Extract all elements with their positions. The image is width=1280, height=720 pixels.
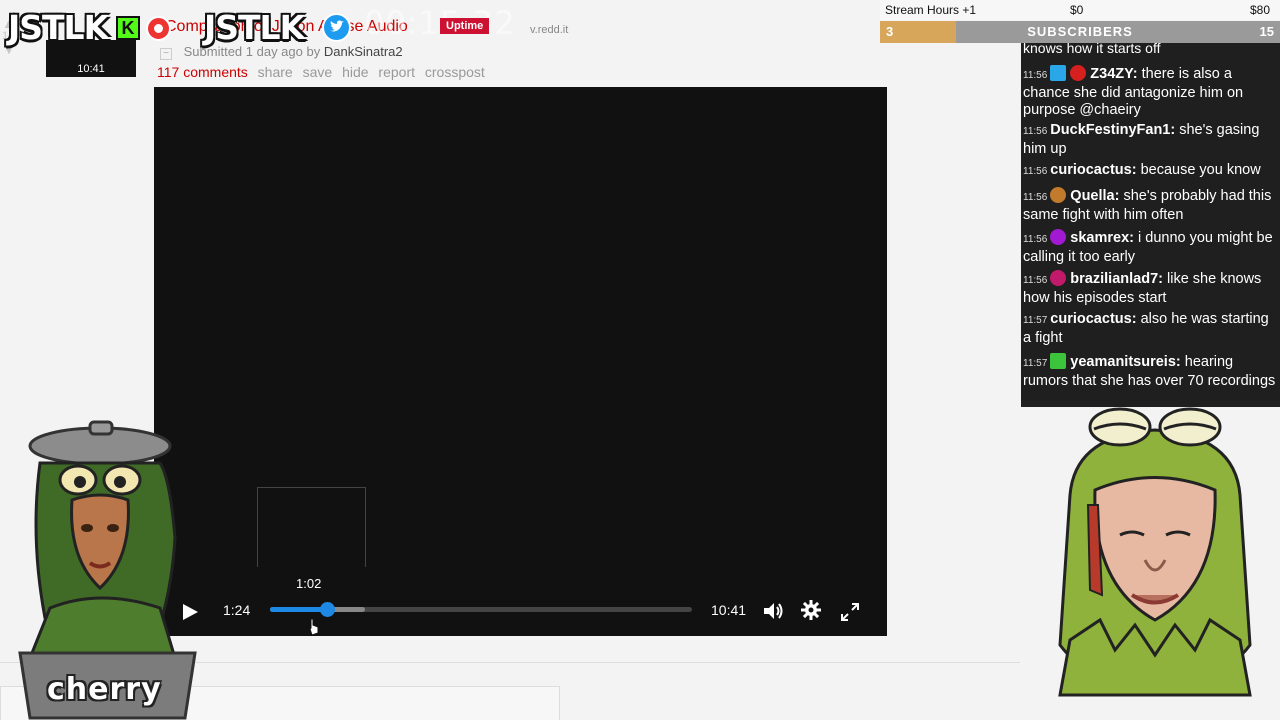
subscribers-title: SUBSCRIBERS xyxy=(1027,24,1133,39)
chat-message: 11:56 DuckFestinyFan1: she's gasing him u… xyxy=(1023,122,1260,157)
chat-message: 11:56 brazilianlad7: like she knows how h… xyxy=(1023,270,1262,306)
brand-logo-right: JSTLK xyxy=(204,8,305,47)
played-bar xyxy=(270,607,327,612)
hide-link[interactable]: hide xyxy=(342,64,368,80)
chat-timestamp: 11:56 xyxy=(1023,70,1048,81)
brand-logo-left: JSTLK xyxy=(8,8,109,47)
record-icon xyxy=(146,16,171,41)
crosspost-link[interactable]: crosspost xyxy=(425,64,485,80)
seek-preview-frame xyxy=(257,487,366,567)
thumbnail-duration: 10:41 xyxy=(77,63,105,75)
subscribers-goal: SUBSCRIBERS 3 15 xyxy=(880,21,1280,43)
player-controls: 1:24 10:41 xyxy=(154,592,887,628)
chat-username[interactable]: Z34ZY xyxy=(1090,66,1132,82)
seek-bar[interactable] xyxy=(270,602,692,617)
mouse-cursor-icon xyxy=(309,618,319,636)
chat-text: because you know xyxy=(1140,162,1261,178)
chat-message: 11:56 Z34ZY: there is also a chance she d… xyxy=(1023,65,1244,118)
share-link[interactable]: share xyxy=(258,64,293,80)
chat-message: 11:56 skamrex: i dunno you might be calli… xyxy=(1023,229,1273,265)
kick-icon: K xyxy=(116,16,140,40)
subscribers-target: 15 xyxy=(1259,24,1274,39)
post-domain[interactable]: v.redd.it xyxy=(530,24,568,36)
chat-timestamp: 11:57 xyxy=(1023,315,1048,326)
current-time: 1:24 xyxy=(223,602,251,618)
prime-badge-icon xyxy=(1050,65,1067,81)
video-player[interactable]: 1:02 1:24 10:41 xyxy=(154,87,887,636)
chat-timestamp: 11:56 xyxy=(1023,234,1048,245)
chat-message: 11:57 curiocactus: also he was starting a… xyxy=(1023,311,1269,346)
orange-orb-badge-icon xyxy=(1050,187,1067,203)
chat-message: 11:57 yeamanitsureis: hearing rumors that… xyxy=(1023,353,1276,389)
report-link[interactable]: report xyxy=(378,64,415,80)
chat-username[interactable]: Quella xyxy=(1070,188,1114,204)
chat-timestamp: 11:56 xyxy=(1023,166,1048,177)
chat-timestamp: 11:56 xyxy=(1023,192,1048,203)
collapse-icon[interactable]: − xyxy=(160,48,172,60)
post-actions: 117 comments share save hide report cros… xyxy=(157,64,491,80)
author-link[interactable]: DankSinatra2 xyxy=(324,44,403,59)
seek-hover-time: 1:02 xyxy=(296,576,322,591)
chat-username[interactable]: skamrex xyxy=(1070,230,1129,246)
volume-icon[interactable] xyxy=(762,600,784,622)
chat-timestamp: 11:57 xyxy=(1023,358,1048,369)
fullscreen-icon[interactable] xyxy=(840,602,860,622)
gear-icon[interactable] xyxy=(800,599,822,621)
timer-tag: Uptime xyxy=(440,18,490,34)
goal-target: $80 xyxy=(1249,3,1270,17)
duration-time: 10:41 xyxy=(711,602,747,618)
pink-orb-badge-icon xyxy=(1050,270,1067,286)
goal-current: $0 xyxy=(1070,3,1084,17)
chat-username[interactable]: curiocactus xyxy=(1050,162,1131,178)
avatar-name-label: cherry xyxy=(47,672,162,707)
chat-username[interactable]: curiocactus xyxy=(1050,311,1131,327)
chat-message: 11:56 Quella: she's probably had this sam… xyxy=(1023,187,1272,223)
chat-timestamp: 11:56 xyxy=(1023,126,1048,137)
chat-username[interactable]: DuckFestinyFan1 xyxy=(1050,122,1170,138)
chat-username[interactable]: brazilianlad7 xyxy=(1070,271,1158,287)
seek-handle[interactable] xyxy=(319,602,335,617)
chat-timestamp: 11:56 xyxy=(1023,275,1048,286)
chat-partial-message: knows how it starts off xyxy=(1023,43,1161,56)
chat-message: 11:56 curiocactus: because you know xyxy=(1023,162,1261,178)
comments-link[interactable]: 117 comments xyxy=(157,64,248,80)
save-link[interactable]: save xyxy=(303,64,333,80)
purple-orb-badge-icon xyxy=(1050,229,1067,245)
goal-label: Stream Hours +1 xyxy=(885,3,977,17)
red-orb-badge-icon xyxy=(1070,65,1087,81)
twitter-icon xyxy=(322,13,351,42)
chat-panel: knows how it starts off 11:56 Z34ZY: ther… xyxy=(1021,43,1280,407)
stream-hours-goal: Stream Hours +1 $0 $80 xyxy=(880,0,1280,20)
gift-badge-icon xyxy=(1050,353,1067,369)
chat-username[interactable]: yeamanitsureis xyxy=(1070,354,1176,370)
kermit-hood-avatar-icon xyxy=(1058,407,1252,697)
subscribers-current: 3 xyxy=(886,24,894,39)
